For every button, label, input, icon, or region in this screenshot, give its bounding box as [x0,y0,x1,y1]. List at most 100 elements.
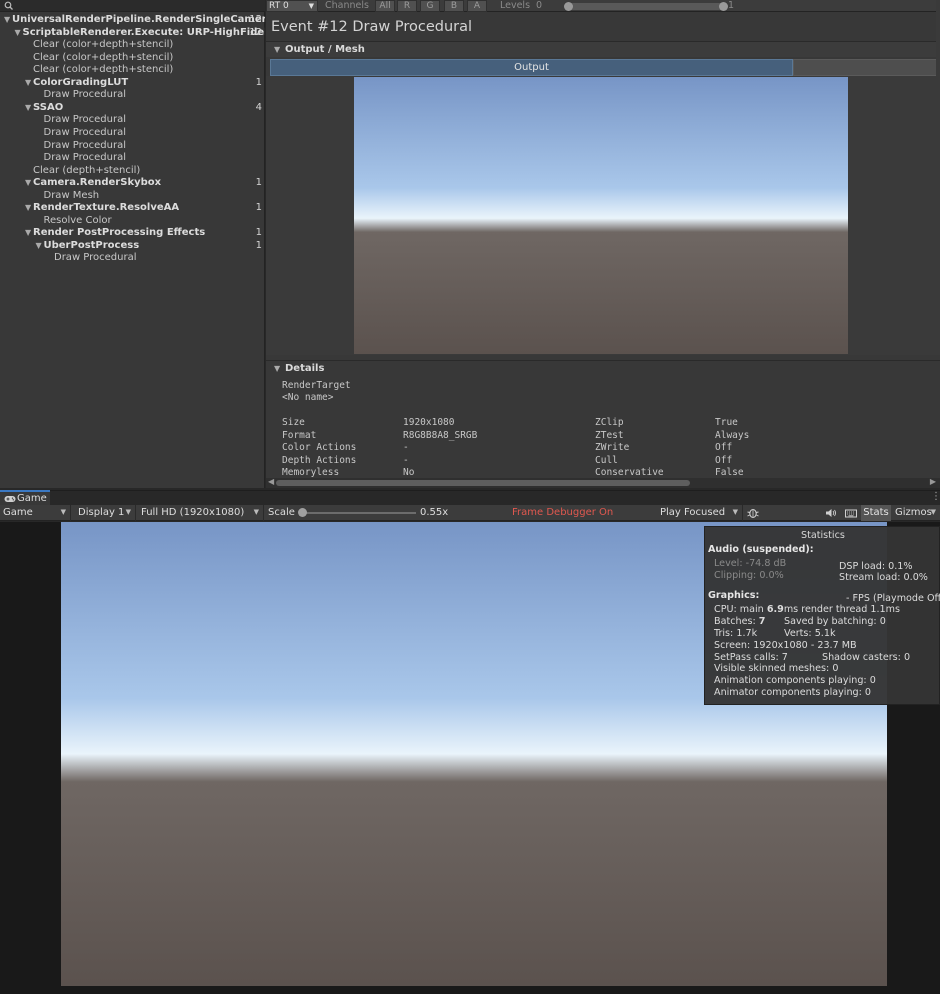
scroll-left-icon[interactable]: ◀ [268,477,274,486]
scroll-right-icon[interactable]: ▶ [930,477,936,486]
statistics-panel: Statistics Audio (suspended): Level: -74… [704,526,940,705]
scale-value: 0.55x [420,507,449,518]
tree-item-universalrenderpipeline-rendersinglecamerainternal[interactable]: ▼ UniversalRenderPipeline.RenderSingleCam… [0,14,265,27]
kebab-menu-icon[interactable]: ⋮ [931,491,940,502]
tree-item-uberpostprocess[interactable]: ▼ UberPostProcess 1 [0,240,265,253]
chevron-down-icon: ▼ [253,508,259,516]
foldout-arrow-icon[interactable]: ▼ [25,227,31,240]
scale-slider[interactable] [302,512,416,514]
foldout-arrow-icon[interactable]: ▼ [25,102,31,115]
foldout-arrow-icon[interactable]: ▼ [25,177,31,190]
detail-value: False [715,467,744,479]
detail-value: R8G8B8A8_SRGB [403,429,478,441]
channel-g-button[interactable]: G [420,0,440,12]
render-target-toolbar: RT 0 ▼ Channels All R G B A Levels 0 1 [266,0,940,12]
game-toolbar: Game ▼ Display 1 ▼ Full HD (1920x1080) ▼… [0,505,940,521]
tris-count: Tris: 1.7k [714,628,758,639]
levels-max-handle[interactable] [719,2,728,11]
gizmos-label: Gizmos [895,507,932,518]
gamepad-icon [4,496,16,502]
channel-a-button[interactable]: A [467,0,487,12]
event-title: Event #12 Draw Procedural [271,19,473,35]
tree-item-count: 1 [255,76,262,88]
view-type-dropdown[interactable]: Game ▼ [0,505,71,521]
audio-header: Audio (suspended): [708,544,814,555]
detail-key: Memoryless [282,467,340,479]
levels-range-slider[interactable] [564,2,728,11]
detail-key: Size [282,417,305,428]
tree-item-label: Draw Procedural [43,126,127,138]
horizontal-scrollbar[interactable]: ◀ ▶ [266,477,940,488]
resolution-label: Full HD (1920x1080) [141,507,245,518]
channel-all-button[interactable]: All [375,0,395,12]
levels-label: Levels [500,0,531,11]
tree-item-draw-procedural[interactable]: Draw Procedural [0,114,265,127]
tree-item-clear-depth-stencil[interactable]: Clear (depth+stencil) [0,165,265,178]
tree-item-label: Clear (color+depth+stencil) [33,64,174,76]
channel-b-button[interactable]: B [444,0,464,12]
play-mode-dropdown[interactable]: Play Focused ▼ [657,505,743,521]
tree-item-scriptablerenderer-execute-urp-highfidelity-renderer[interactable]: ▼ ScriptableRenderer.Execute: URP-HighFid… [0,27,266,40]
tree-item-render-postprocessing-effects[interactable]: ▼ Render PostProcessing Effects 1 [0,227,265,240]
speaker-icon[interactable] [824,505,838,521]
tree-item-draw-procedural[interactable]: Draw Procedural [0,89,265,102]
detail-key: Cull [595,454,618,466]
tree-item-colorgradinglut[interactable]: ▼ ColorGradingLUT 1 [0,77,265,90]
tree-item-clear-color-depth-stencil[interactable]: Clear (color+depth+stencil) [0,52,265,65]
foldout-arrow-icon[interactable]: ▼ [4,14,10,27]
tree-item-camera-renderskybox[interactable]: ▼ Camera.RenderSkybox 1 [0,177,265,190]
tree-item-count: 4 [255,101,262,113]
hierarchy-search-field[interactable] [0,0,265,12]
levels-min-handle[interactable] [564,2,573,11]
stats-toggle-button[interactable]: Stats [861,505,891,521]
tree-item-label: Clear (color+depth+stencil) [33,51,174,63]
detail-key: ZTest [595,429,624,441]
render-target-dropdown[interactable]: RT 0 ▼ [266,0,318,12]
tree-item-clear-color-depth-stencil[interactable]: Clear (color+depth+stencil) [0,39,265,52]
batches: Batches: 7 [714,616,765,627]
foldout-arrow-icon[interactable]: ▼ [25,77,31,90]
cpu-main-value: 6.9 [766,604,784,615]
foldout-arrow-icon[interactable]: ▼ [15,27,21,40]
tree-item-ssao[interactable]: ▼ SSAO 4 [0,102,265,115]
tree-item-clear-color-depth-stencil[interactable]: Clear (color+depth+stencil) [0,64,265,77]
tree-item-resolve-color[interactable]: Resolve Color [0,215,265,228]
tree-item-draw-procedural[interactable]: Draw Procedural [0,252,265,265]
channel-r-button[interactable]: R [397,0,417,12]
animator-components: Animator components playing: 0 [714,687,872,698]
resolution-dropdown[interactable]: Full HD (1920x1080) ▼ [138,505,264,521]
mesh-tab[interactable] [793,59,940,76]
tree-item-rendertexture-resolveaa[interactable]: ▼ RenderTexture.ResolveAA 1 [0,202,265,215]
tree-item-label: Render PostProcessing Effects [33,227,206,239]
display-label: Display 1 [78,507,125,518]
view-type-label: Game [3,507,33,518]
skinned-meshes: Visible skinned meshes: 0 [714,663,839,674]
tree-item-draw-procedural[interactable]: Draw Procedural [0,127,265,140]
scrollbar-thumb[interactable] [276,480,690,486]
tree-item-label: Camera.RenderSkybox [33,177,162,189]
scale-slider-handle[interactable] [298,508,307,517]
display-dropdown[interactable]: Display 1 ▼ [75,505,136,521]
foldout-arrow-icon[interactable]: ▼ [25,202,31,215]
details-section-header[interactable]: ▼ Details [266,360,940,376]
tree-item-draw-procedural[interactable]: Draw Procedural [0,140,265,153]
bug-icon[interactable] [746,505,760,521]
detail-value: True [715,417,738,428]
output-section-header[interactable]: ▼ Output / Mesh [266,41,940,57]
tree-item-draw-mesh[interactable]: Draw Mesh [0,190,265,203]
gizmos-dropdown[interactable]: Gizmos ▼ [892,505,940,521]
shadow-casters: Shadow casters: 0 [822,652,911,663]
chevron-down-icon: ▼ [732,508,738,516]
batches-prefix: Batches: [714,616,759,627]
output-tab[interactable]: Output [270,59,793,76]
tree-item-label: SSAO [33,101,64,113]
foldout-arrow-icon[interactable]: ▼ [36,240,42,253]
cpu-prefix: CPU: main [714,604,767,615]
keyboard-icon[interactable] [844,505,858,521]
chevron-down-icon: ▼ [60,508,66,516]
tree-item-label: UniversalRenderPipeline.RenderSingleCame… [12,14,265,25]
game-tab[interactable]: Game [0,490,50,505]
vertical-scrollbar[interactable] [936,0,940,210]
tree-item-draw-procedural[interactable]: Draw Procedural [0,152,265,165]
tree-item-label: Resolve Color [43,214,112,226]
